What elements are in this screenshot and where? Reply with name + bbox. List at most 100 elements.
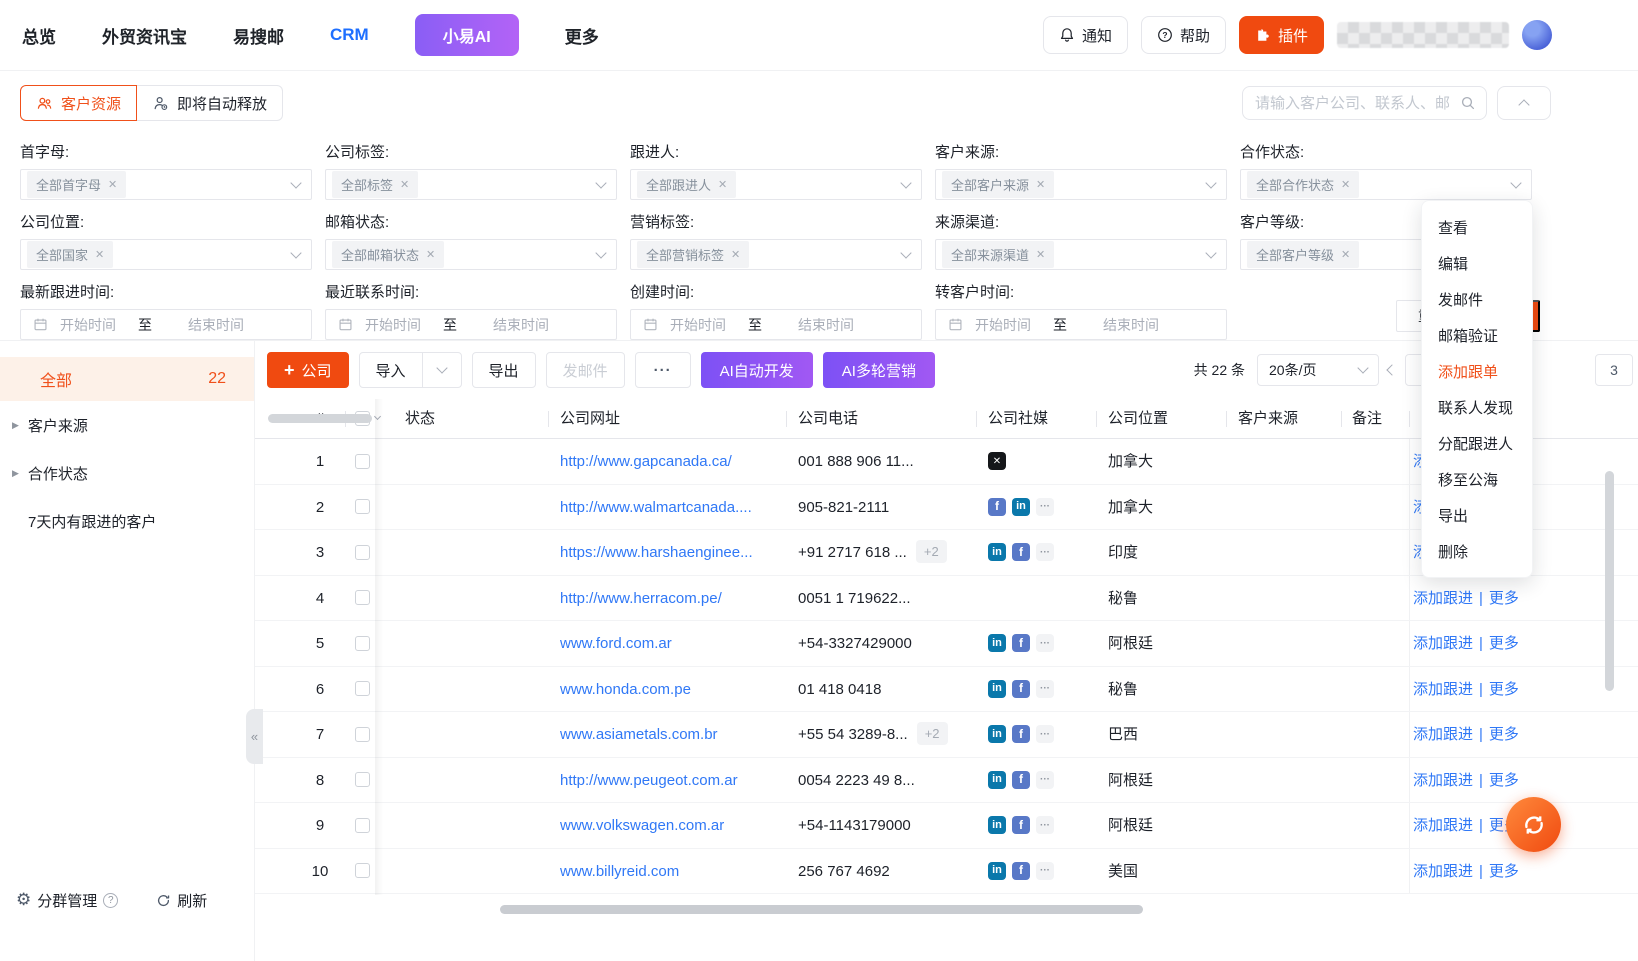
- company-url-link[interactable]: www.ford.com.ar: [560, 621, 790, 667]
- filter-select[interactable]: 全部邮箱状态✕: [325, 239, 617, 270]
- row-more-link[interactable]: 更多: [1489, 590, 1519, 607]
- filter-select[interactable]: 全部首字母✕: [20, 169, 312, 200]
- horizontal-scrollbar-top[interactable]: [268, 414, 372, 423]
- facebook-icon[interactable]: f: [1012, 816, 1030, 834]
- row-checkbox[interactable]: [355, 454, 370, 469]
- question-mark-icon[interactable]: ?: [103, 893, 118, 908]
- menu-item-8[interactable]: 导出: [1422, 497, 1532, 533]
- filter-select[interactable]: 全部合作状态✕: [1240, 169, 1532, 200]
- facebook-icon[interactable]: f: [1012, 680, 1030, 698]
- add-followup-link[interactable]: 添加跟进: [1413, 817, 1473, 834]
- remove-chip-icon[interactable]: ✕: [1036, 248, 1045, 261]
- remove-chip-icon[interactable]: ✕: [400, 178, 409, 191]
- group-manage-link[interactable]: 分群管理: [37, 890, 97, 911]
- facebook-icon[interactable]: f: [1012, 634, 1030, 652]
- company-url-link[interactable]: www.volkswagen.com.ar: [560, 803, 790, 849]
- floating-sync-button[interactable]: [1506, 797, 1561, 852]
- add-followup-link[interactable]: 添加跟进: [1413, 726, 1473, 743]
- add-followup-link[interactable]: 添加跟进: [1413, 590, 1473, 607]
- linkedin-icon[interactable]: in: [988, 634, 1006, 652]
- facebook-icon[interactable]: f: [1012, 771, 1030, 789]
- row-checkbox[interactable]: [355, 772, 370, 787]
- linkedin-icon[interactable]: in: [988, 543, 1006, 561]
- date-range-input[interactable]: 开始时间至结束时间: [20, 309, 312, 340]
- menu-item-3[interactable]: 邮箱验证: [1422, 317, 1532, 353]
- linkedin-icon[interactable]: in: [1012, 498, 1030, 516]
- date-range-input[interactable]: 开始时间至结束时间: [630, 309, 922, 340]
- row-more-link[interactable]: 更多: [1489, 863, 1519, 880]
- nav-item-2[interactable]: 易搜邮: [233, 23, 284, 48]
- export-button[interactable]: 导出: [472, 352, 536, 388]
- remove-chip-icon[interactable]: ✕: [1341, 248, 1350, 261]
- add-followup-link[interactable]: 添加跟进: [1413, 863, 1473, 880]
- filter-select[interactable]: 全部国家✕: [20, 239, 312, 270]
- more-social-icon[interactable]: ···: [1036, 816, 1054, 834]
- more-social-icon[interactable]: ···: [1036, 680, 1054, 698]
- company-url-link[interactable]: www.asiametals.com.br: [560, 712, 790, 758]
- date-range-input[interactable]: 开始时间至结束时间: [325, 309, 617, 340]
- date-range-input[interactable]: 开始时间至结束时间: [935, 309, 1227, 340]
- menu-item-2[interactable]: 发邮件: [1422, 281, 1532, 317]
- nav-item-4[interactable]: 小易AI: [415, 14, 519, 56]
- help-button[interactable]: ? 帮助: [1141, 16, 1226, 54]
- remove-chip-icon[interactable]: ✕: [95, 248, 104, 261]
- collapse-filters-button[interactable]: [1497, 86, 1551, 120]
- tab-auto-release[interactable]: 即将自动释放: [137, 85, 283, 121]
- row-checkbox[interactable]: [355, 636, 370, 651]
- company-url-link[interactable]: www.honda.com.pe: [560, 667, 790, 713]
- linkedin-icon[interactable]: in: [988, 680, 1006, 698]
- nav-item-1[interactable]: 外贸资讯宝: [102, 23, 187, 48]
- nav-item-5[interactable]: 更多: [565, 23, 599, 48]
- remove-chip-icon[interactable]: ✕: [108, 178, 117, 191]
- more-actions-button[interactable]: ···: [635, 352, 691, 388]
- add-followup-link[interactable]: 添加跟进: [1413, 681, 1473, 698]
- sidebar-collapse-handle[interactable]: «: [246, 709, 263, 764]
- row-checkbox[interactable]: [355, 545, 370, 560]
- phone-extra-badge[interactable]: +2: [916, 540, 947, 563]
- horizontal-scrollbar-bottom[interactable]: [500, 905, 1143, 914]
- filter-select[interactable]: 全部标签✕: [325, 169, 617, 200]
- more-social-icon[interactable]: ···: [1036, 725, 1054, 743]
- facebook-icon[interactable]: f: [1012, 543, 1030, 561]
- remove-chip-icon[interactable]: ✕: [426, 248, 435, 261]
- company-url-link[interactable]: http://www.herracom.pe/: [560, 576, 790, 622]
- nav-item-0[interactable]: 总览: [22, 23, 56, 48]
- remove-chip-icon[interactable]: ✕: [718, 178, 727, 191]
- filter-select[interactable]: 全部来源渠道✕: [935, 239, 1227, 270]
- more-social-icon[interactable]: ···: [1036, 634, 1054, 652]
- row-checkbox[interactable]: [355, 499, 370, 514]
- page-3-button[interactable]: 3: [1595, 354, 1633, 386]
- row-more-link[interactable]: 更多: [1489, 726, 1519, 743]
- row-more-link[interactable]: 更多: [1489, 635, 1519, 652]
- search-icon[interactable]: [1460, 95, 1476, 111]
- import-label[interactable]: 导入: [360, 353, 423, 387]
- facebook-icon[interactable]: f: [988, 498, 1006, 516]
- send-mail-button[interactable]: 发邮件: [546, 352, 625, 388]
- menu-item-7[interactable]: 移至公海: [1422, 461, 1532, 497]
- ai-develop-button[interactable]: AI自动开发: [701, 352, 813, 388]
- linkedin-icon[interactable]: in: [988, 725, 1006, 743]
- nav-item-3[interactable]: CRM: [330, 25, 369, 45]
- company-url-link[interactable]: http://www.walmartcanada....: [560, 485, 790, 531]
- add-followup-link[interactable]: 添加跟进: [1413, 635, 1473, 652]
- filter-select[interactable]: 全部客户来源✕: [935, 169, 1227, 200]
- avatar[interactable]: [1522, 20, 1552, 50]
- row-checkbox[interactable]: [355, 590, 370, 605]
- remove-chip-icon[interactable]: ✕: [1036, 178, 1045, 191]
- more-social-icon[interactable]: ···: [1036, 771, 1054, 789]
- menu-item-0[interactable]: 查看: [1422, 209, 1532, 245]
- linkedin-icon[interactable]: in: [988, 862, 1006, 880]
- notify-button[interactable]: 通知: [1043, 16, 1128, 54]
- prev-page-button[interactable]: [1379, 366, 1405, 374]
- company-url-link[interactable]: https://www.harshaenginee...: [560, 530, 790, 576]
- more-social-icon[interactable]: ···: [1036, 498, 1054, 516]
- import-button[interactable]: 导入: [359, 352, 462, 388]
- company-url-link[interactable]: http://www.gapcanada.ca/: [560, 439, 790, 485]
- row-more-link[interactable]: 更多: [1489, 772, 1519, 789]
- menu-item-5[interactable]: 联系人发现: [1422, 389, 1532, 425]
- more-social-icon[interactable]: ···: [1036, 543, 1054, 561]
- filter-select[interactable]: 全部跟进人✕: [630, 169, 922, 200]
- add-followup-link[interactable]: 添加跟进: [1413, 772, 1473, 789]
- remove-chip-icon[interactable]: ✕: [731, 248, 740, 261]
- x-icon[interactable]: ✕: [988, 452, 1006, 470]
